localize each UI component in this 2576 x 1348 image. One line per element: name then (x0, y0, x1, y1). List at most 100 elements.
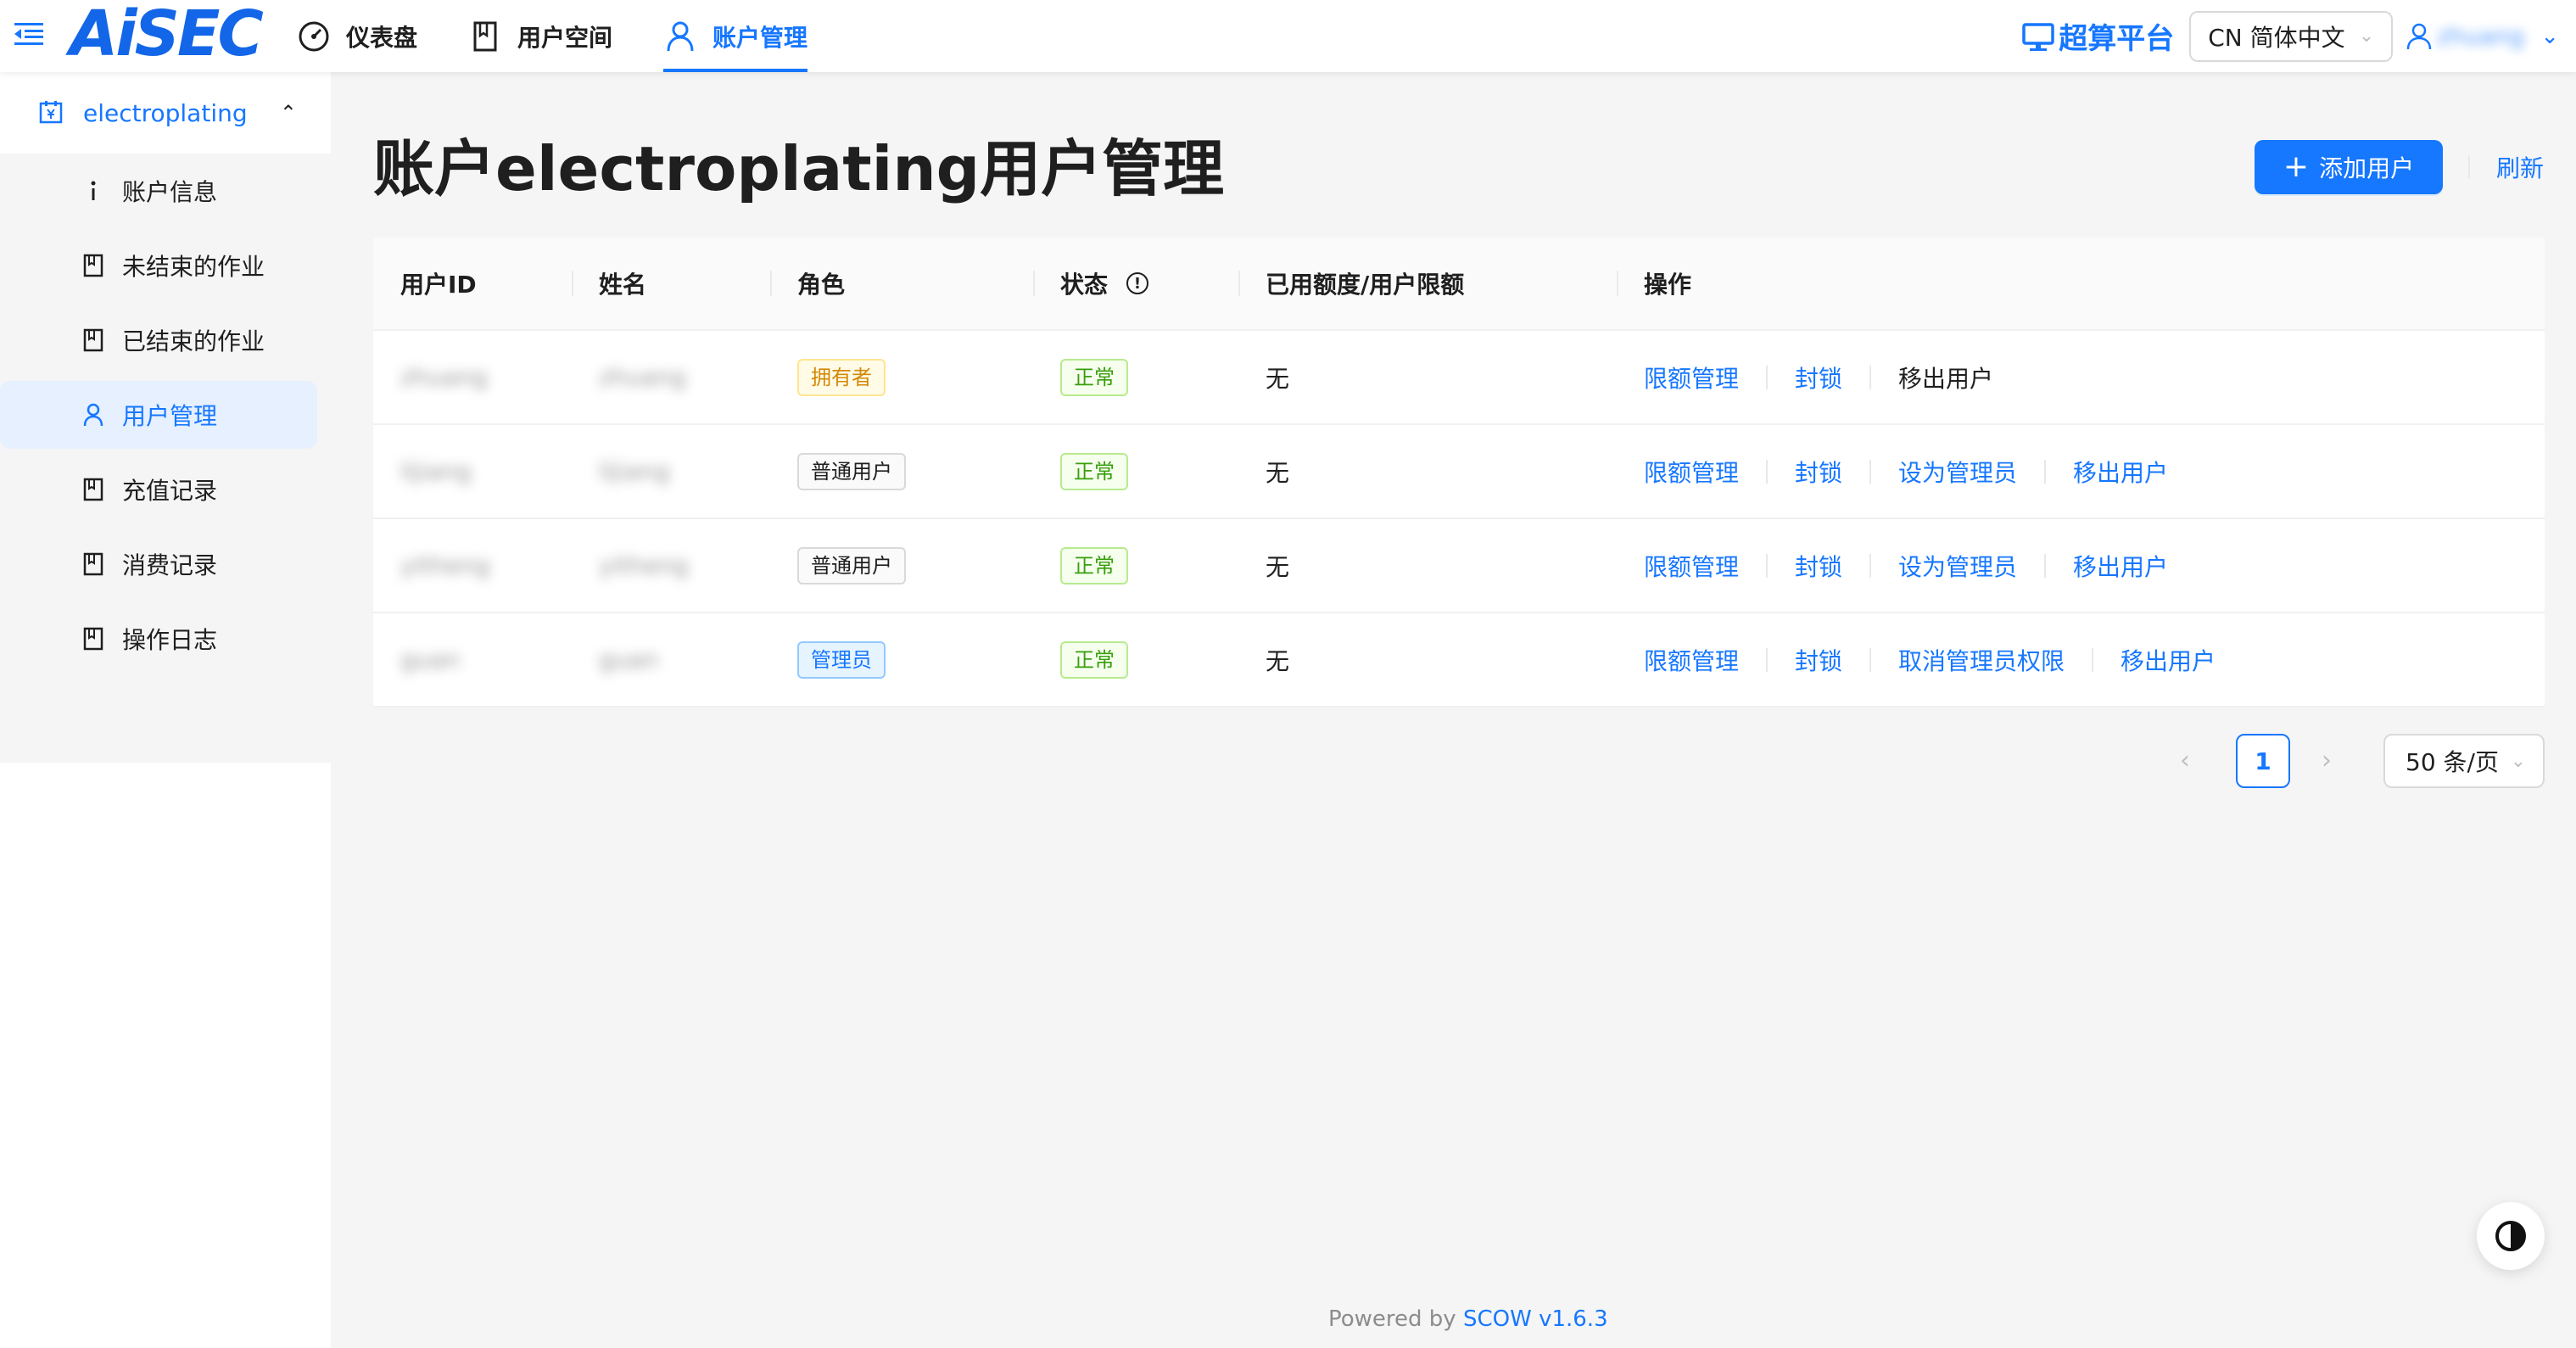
chevron-up-icon: ⌃ (279, 101, 297, 125)
remove-user-link[interactable]: 移出用户 (2073, 455, 2168, 489)
user-id-cell: guan (400, 646, 461, 674)
table-row: lijiang lijiang 普通用户 正常 无 限额管理 封锁 设为管理员 … (373, 425, 2545, 519)
block-link[interactable]: 封锁 (1795, 643, 1842, 677)
username: zhuang (2437, 22, 2525, 50)
column-status-label: 状态 (1060, 271, 1109, 299)
sidebar-item-operation-log[interactable]: 操作日志 (0, 605, 317, 673)
block-link[interactable]: 封锁 (1795, 361, 1842, 394)
exclamation-circle-icon[interactable]: ! (1126, 272, 1149, 294)
quota-management-link[interactable]: 限额管理 (1644, 361, 1739, 394)
role-tag-owner: 拥有者 (797, 358, 886, 396)
column-role[interactable]: 角色 (770, 237, 1033, 330)
set-admin-link[interactable]: 设为管理员 (1898, 455, 2017, 489)
table-header: 用户ID 姓名 角色 状态 ! 已用额度/用户限额 操作 (373, 238, 2545, 331)
sidebar-group-electroplating[interactable]: electroplating ⌃ (0, 72, 331, 154)
chevron-right-icon[interactable]: › (2322, 746, 2332, 775)
language-select[interactable]: CN 简体中文 ⌄ (2189, 10, 2394, 62)
column-user-id[interactable]: 用户ID (373, 237, 572, 330)
sidebar-item-running-jobs[interactable]: 未结束的作业 (0, 232, 317, 299)
row-actions: 限额管理 封锁 取消管理员权限 移出用户 (1617, 643, 2545, 677)
theme-toggle-button[interactable] (2477, 1202, 2545, 1270)
user-icon (663, 20, 697, 53)
sidebar-item-label: 未结束的作业 (122, 253, 265, 281)
column-status[interactable]: 状态 ! (1033, 237, 1238, 330)
remove-user-link[interactable]: 移出用户 (2121, 643, 2216, 677)
sidebar-item-finished-jobs[interactable]: 已结束的作业 (0, 306, 317, 374)
block-link[interactable]: 封锁 (1795, 455, 1842, 489)
divider (1766, 553, 1769, 578)
user-icon (81, 403, 105, 427)
chevron-down-icon: ⌄ (2540, 23, 2559, 49)
sidebar-item-label: 已结束的作业 (122, 327, 265, 355)
nav-user-space[interactable]: 用户空间 (468, 0, 612, 72)
row-actions: 限额管理 封锁 移出用户 (1617, 361, 2545, 394)
sidebar-item-label: 消费记录 (122, 551, 218, 579)
dashboard-icon (297, 20, 331, 53)
nav-dashboard-label: 仪表盘 (346, 23, 418, 52)
nav-user-space-label: 用户空间 (517, 23, 613, 52)
table-row: zhuang zhuang 拥有者 正常 无 限额管理 封锁 移出用户 (373, 331, 2545, 425)
sidebar-item-account-info[interactable]: 账户信息 (0, 157, 317, 225)
table-row: guan guan 管理员 正常 无 限额管理 封锁 取消管理员权限 移出用户 (373, 613, 2545, 708)
sidebar-item-user-management[interactable]: 用户管理 (0, 381, 317, 449)
menu-fold-icon[interactable] (14, 19, 44, 49)
page-size-select[interactable]: 50 条/页 ⌄ (2383, 734, 2545, 788)
divider (1766, 647, 1769, 672)
role-tag-user: 普通用户 (797, 546, 906, 585)
nav-account-management[interactable]: 账户管理 (663, 0, 808, 72)
book-icon (81, 627, 105, 651)
top-header: AiSEC 仪表盘 用户空间 账户管理 超算平台 CN 简体中文 ⌄ zhuan… (0, 0, 2576, 72)
logo[interactable]: AiSEC (70, 0, 264, 70)
user-name-cell: yitheng (599, 551, 689, 579)
quota-management-link[interactable]: 限额管理 (1644, 455, 1739, 489)
column-name[interactable]: 姓名 (572, 237, 770, 330)
sidebar: electroplating ⌃ 账户信息 未结束的作业 已结束的作业 用户管理… (0, 72, 331, 1348)
row-actions: 限额管理 封锁 设为管理员 移出用户 (1617, 549, 2545, 583)
divider (1869, 553, 1872, 578)
footer: Powered by SCOW v1.6.3 (1328, 1306, 1608, 1332)
book-icon (81, 478, 105, 501)
block-link[interactable]: 封锁 (1795, 549, 1842, 583)
divider (2468, 155, 2470, 179)
divider (1869, 647, 1872, 672)
footer-prefix: Powered by (1328, 1306, 1456, 1332)
divider (1869, 459, 1872, 484)
column-quota[interactable]: 已用额度/用户限额 (1238, 237, 1617, 330)
user-menu[interactable]: zhuang ⌄ (2406, 22, 2559, 50)
language-value: CN 简体中文 (2208, 23, 2345, 52)
chevron-down-icon: ⌄ (2358, 25, 2375, 47)
page-1-button[interactable]: 1 (2236, 734, 2290, 788)
page-size-value: 50 条/页 (2406, 748, 2499, 776)
set-admin-link[interactable]: 设为管理员 (1898, 549, 2017, 583)
book-icon (468, 20, 502, 53)
logo-text: AiSEC (70, 0, 264, 70)
nav-dashboard[interactable]: 仪表盘 (297, 0, 417, 72)
status-badge: 正常 (1060, 640, 1128, 679)
divider (2044, 553, 2047, 578)
platform-link[interactable]: 超算平台 (2021, 15, 2174, 57)
quota-management-link[interactable]: 限额管理 (1644, 549, 1739, 583)
sidebar-item-label: 账户信息 (122, 178, 218, 206)
divider (2044, 459, 2047, 484)
sidebar-group-label: electroplating (83, 98, 248, 127)
add-user-label: 添加用户 (2319, 154, 2415, 182)
remove-user-link[interactable]: 移出用户 (2073, 549, 2168, 583)
footer-brand-link[interactable]: SCOW v1.6.3 (1463, 1306, 1608, 1332)
revoke-admin-link[interactable]: 取消管理员权限 (1898, 643, 2065, 677)
book-icon (81, 254, 105, 277)
sidebar-item-consumption-records[interactable]: 消费记录 (0, 530, 317, 598)
add-user-button[interactable]: + 添加用户 (2255, 140, 2443, 194)
role-tag-user: 普通用户 (797, 452, 906, 490)
users-table: 用户ID 姓名 角色 状态 ! 已用额度/用户限额 操作 zhuang zhua… (373, 238, 2545, 708)
contrast-icon (2495, 1221, 2526, 1251)
sidebar-item-recharge-records[interactable]: 充值记录 (0, 456, 317, 523)
user-id-cell: lijiang (400, 457, 472, 485)
top-nav: 仪表盘 用户空间 账户管理 (297, 0, 858, 72)
row-actions: 限额管理 封锁 设为管理员 移出用户 (1617, 455, 2545, 489)
sidebar-item-label: 操作日志 (122, 626, 218, 654)
chevron-left-icon[interactable]: ‹ (2180, 746, 2190, 775)
quota-management-link[interactable]: 限额管理 (1644, 643, 1739, 677)
account-book-icon (39, 100, 64, 126)
header-right: 超算平台 CN 简体中文 ⌄ zhuang ⌄ (2021, 0, 2576, 72)
refresh-link[interactable]: 刷新 (2496, 150, 2544, 184)
